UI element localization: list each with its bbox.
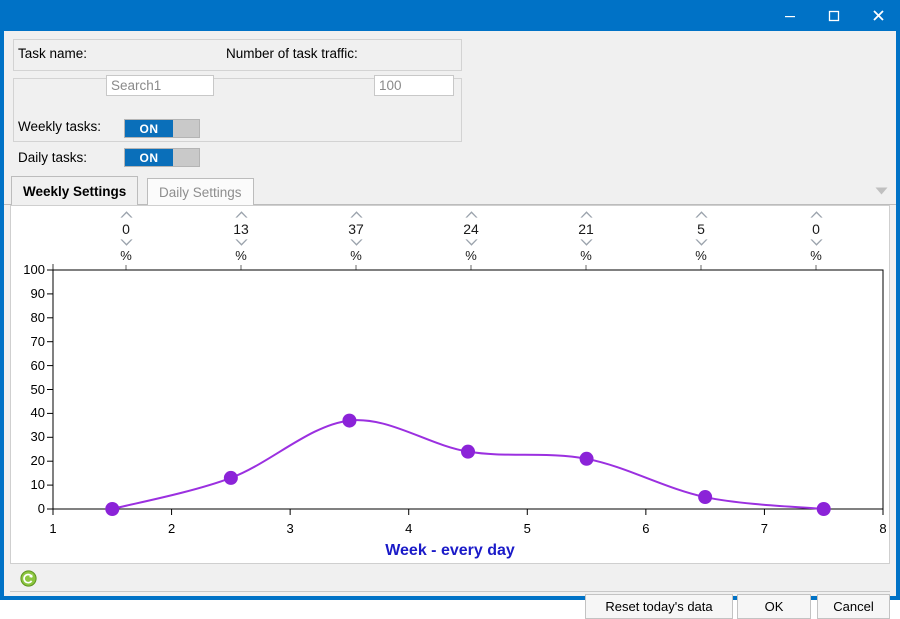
footer-divider (10, 591, 890, 592)
y-axis-tick-70: 70 (30, 333, 45, 349)
client-area: Task name: Number of task traffic: Weekl… (4, 31, 896, 619)
line-chart-plot (47, 269, 884, 516)
weekly-toggle-state: ON (125, 120, 173, 137)
hour-spinner-1[interactable]: 0% (104, 210, 148, 263)
x-axis-tick-7: 7 (760, 521, 769, 536)
y-axis-tick-60: 60 (30, 357, 45, 373)
hour-spinner-4[interactable]: 24% (449, 210, 493, 263)
daily-toggle-state: ON (125, 149, 173, 166)
hour-spinner-7-unit: % (810, 248, 822, 263)
data-point-1[interactable] (105, 502, 120, 516)
chevron-up-icon[interactable] (794, 210, 838, 221)
tab-daily-settings-label: Daily Settings (159, 184, 242, 200)
x-axis-tick-3: 3 (286, 521, 294, 536)
hour-spinner-5-unit: % (580, 248, 592, 263)
y-axis-tick-40: 40 (30, 405, 45, 421)
title-bar[interactable] (0, 0, 900, 31)
data-point-4[interactable] (461, 444, 475, 459)
data-point-7[interactable] (816, 502, 831, 516)
y-axis-tick-20: 20 (30, 453, 45, 469)
chevron-up-icon[interactable] (334, 210, 378, 221)
hour-spinner-5-value: 21 (578, 221, 594, 237)
hour-spinner-5[interactable]: 21% (564, 210, 608, 263)
hour-spinner-7[interactable]: 0% (794, 210, 838, 263)
hour-spinner-6-value: 5 (697, 221, 705, 237)
ok-button[interactable]: OK (737, 594, 811, 619)
tab-weekly-settings-label: Weekly Settings (23, 183, 127, 199)
hour-spinner-6[interactable]: 5% (679, 210, 723, 263)
tab-daily-settings[interactable]: Daily Settings (147, 178, 254, 205)
y-axis-tick-100: 100 (23, 262, 45, 277)
x-axis-tick-6: 6 (642, 521, 650, 536)
hour-spinner-2-value: 13 (233, 221, 249, 237)
x-axis-tick-8: 8 (879, 521, 887, 536)
data-point-5[interactable] (579, 451, 594, 466)
close-button[interactable] (856, 0, 900, 31)
hour-spinner-4-unit: % (465, 248, 477, 263)
hour-spinner-3[interactable]: 37% (334, 210, 378, 263)
maximize-icon (828, 10, 840, 21)
y-axis-tick-80: 80 (30, 309, 45, 325)
hour-spinner-4-value: 24 (463, 221, 479, 237)
cancel-button[interactable]: Cancel (817, 594, 890, 619)
hour-spinner-7-value: 0 (812, 221, 820, 237)
traffic-label: Number of task traffic: (226, 46, 358, 61)
hour-spinner-3-unit: % (350, 248, 362, 263)
daily-tasks-toggle[interactable]: ON (124, 148, 200, 167)
data-point-3[interactable] (342, 413, 357, 428)
hour-spinner-6-unit: % (695, 248, 707, 263)
tab-overflow-button[interactable] (874, 184, 888, 198)
x-axis-tick-5: 5 (523, 521, 531, 536)
data-point-6[interactable] (698, 490, 713, 505)
y-axis-tick-30: 30 (30, 429, 45, 445)
tab-weekly-settings[interactable]: Weekly Settings (11, 176, 139, 205)
y-axis-tick-90: 90 (30, 285, 45, 301)
chevron-up-icon[interactable] (679, 210, 723, 221)
hour-spinner-2-unit: % (235, 248, 247, 263)
x-axis-tick-4: 4 (405, 521, 413, 536)
weekly-tasks-toggle[interactable]: ON (124, 119, 200, 138)
minimize-icon (785, 15, 795, 17)
weekly-chart-panel: 0% 13% 37% 24% 21% 5% 0% 100 90 80 70 60… (10, 205, 890, 564)
daily-tasks-label: Daily tasks: (18, 150, 88, 165)
task-name-label: Task name: (18, 46, 88, 61)
minimize-button[interactable] (768, 0, 812, 31)
hour-spinner-1-value: 0 (122, 221, 130, 237)
tab-bar: Weekly Settings Daily Settings (4, 176, 896, 205)
hour-spinner-2[interactable]: 13% (219, 210, 263, 263)
refresh-button[interactable] (20, 570, 37, 587)
app-window: Task name: Number of task traffic: Weekl… (0, 0, 900, 619)
hour-spinner-row: 0% 13% 37% 24% 21% 5% 0% (11, 206, 889, 266)
y-axis-tick-10: 10 (30, 477, 45, 493)
refresh-icon (20, 570, 37, 587)
maximize-button[interactable] (812, 0, 856, 31)
hour-spinner-3-value: 37 (348, 221, 364, 237)
y-axis-tick-50: 50 (30, 381, 45, 397)
chevron-up-icon[interactable] (219, 210, 263, 221)
chevron-up-icon[interactable] (564, 210, 608, 221)
data-point-2[interactable] (223, 470, 238, 485)
close-icon (872, 10, 884, 21)
x-axis-title: Week - every day (385, 542, 515, 559)
chevron-up-icon[interactable] (449, 210, 493, 221)
x-axis-tick-2: 2 (167, 521, 176, 536)
chevron-up-icon[interactable] (104, 210, 148, 221)
traffic-input[interactable] (374, 75, 454, 96)
y-axis-tick-0: 0 (37, 501, 45, 516)
reset-today-data-button[interactable]: Reset today's data (585, 594, 733, 619)
x-axis-tick-1: 1 (49, 521, 57, 536)
hour-spinner-1-unit: % (120, 248, 132, 263)
weekly-tasks-label: Weekly tasks: (18, 119, 102, 134)
chevron-down-icon (875, 187, 887, 195)
task-name-input[interactable] (106, 75, 214, 96)
